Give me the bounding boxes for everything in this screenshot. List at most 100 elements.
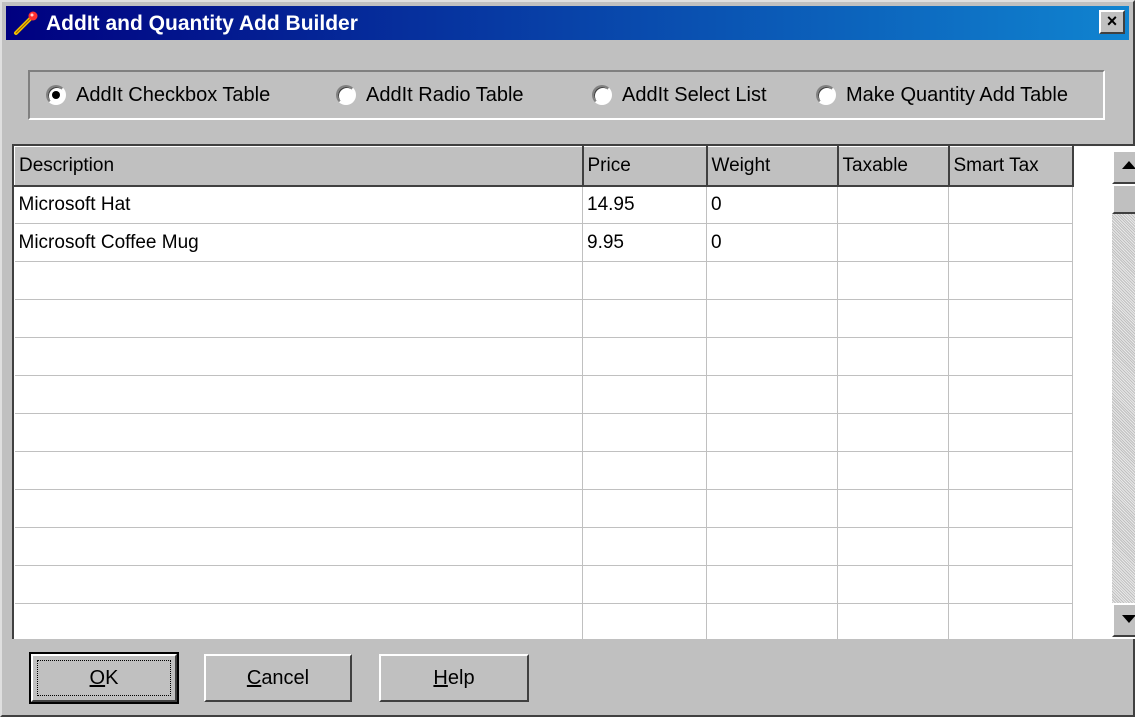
cell-weight[interactable]	[706, 413, 838, 452]
cell-smart-tax[interactable]	[948, 375, 1073, 414]
cell-price[interactable]: 14.95	[582, 185, 707, 224]
table-row[interactable]	[14, 261, 1073, 300]
cell-description[interactable]	[14, 337, 583, 376]
cell-smart-tax[interactable]	[948, 299, 1073, 338]
scroll-down-button[interactable]	[1112, 603, 1135, 637]
scroll-up-button[interactable]	[1112, 150, 1135, 184]
table-row[interactable]	[14, 337, 1073, 376]
cell-weight[interactable]	[706, 489, 838, 528]
window-title: AddIt and Quantity Add Builder	[46, 12, 358, 35]
table-row[interactable]	[14, 299, 1073, 338]
cell-price[interactable]	[582, 603, 707, 639]
cell-taxable[interactable]	[837, 451, 949, 490]
cell-taxable[interactable]	[837, 185, 949, 224]
cell-weight[interactable]: 0	[706, 185, 838, 224]
cell-taxable[interactable]	[837, 299, 949, 338]
cell-weight[interactable]	[706, 451, 838, 490]
scroll-thumb[interactable]	[1112, 184, 1135, 214]
cell-price[interactable]	[582, 451, 707, 490]
cell-price[interactable]	[582, 565, 707, 604]
cell-taxable[interactable]	[837, 337, 949, 376]
cell-weight[interactable]	[706, 565, 838, 604]
table-row[interactable]	[14, 565, 1073, 604]
radio-unselected-icon	[336, 85, 356, 105]
cell-taxable[interactable]	[837, 489, 949, 528]
dialog-window: AddIt and Quantity Add Builder × AddIt C…	[0, 0, 1135, 717]
items-table: Description Price Weight Taxable Smart T…	[14, 146, 1074, 639]
vertical-scrollbar[interactable]	[1112, 150, 1135, 637]
cell-price[interactable]	[582, 413, 707, 452]
cell-smart-tax[interactable]	[948, 489, 1073, 528]
table-row[interactable]: Microsoft Hat 14.95 0	[14, 185, 1073, 224]
cell-price[interactable]	[582, 299, 707, 338]
cell-description[interactable]	[14, 527, 583, 566]
cell-taxable[interactable]	[837, 527, 949, 566]
cell-price[interactable]	[582, 527, 707, 566]
radio-label: Make Quantity Add Table	[846, 83, 1068, 106]
cell-description[interactable]: Microsoft Coffee Mug	[14, 223, 583, 262]
title-bar[interactable]: AddIt and Quantity Add Builder ×	[6, 6, 1129, 40]
cell-description[interactable]	[14, 375, 583, 414]
cell-smart-tax[interactable]	[948, 185, 1073, 224]
ok-button[interactable]: OK	[29, 652, 179, 704]
cell-weight[interactable]: 0	[706, 223, 838, 262]
cell-smart-tax[interactable]	[948, 261, 1073, 300]
cell-description[interactable]	[14, 489, 583, 528]
table-row[interactable]	[14, 413, 1073, 452]
table-row[interactable]	[14, 451, 1073, 490]
cell-description[interactable]	[14, 261, 583, 300]
cell-smart-tax[interactable]	[948, 565, 1073, 604]
cell-description[interactable]	[14, 565, 583, 604]
close-button[interactable]: ×	[1099, 10, 1125, 34]
cell-price[interactable]	[582, 261, 707, 300]
table-row[interactable]	[14, 527, 1073, 566]
cell-taxable[interactable]	[837, 223, 949, 262]
cell-smart-tax[interactable]	[948, 337, 1073, 376]
cell-weight[interactable]	[706, 299, 838, 338]
radio-addit-select-list[interactable]: AddIt Select List	[592, 82, 767, 108]
cell-weight[interactable]	[706, 337, 838, 376]
arrow-up-icon	[1122, 161, 1135, 169]
cell-taxable[interactable]	[837, 375, 949, 414]
header-row: Description Price Weight Taxable Smart T…	[14, 146, 1074, 187]
radio-addit-checkbox-table[interactable]: AddIt Checkbox Table	[46, 82, 270, 108]
cell-price[interactable]	[582, 375, 707, 414]
cell-smart-tax[interactable]	[948, 451, 1073, 490]
table-row[interactable]: Microsoft Coffee Mug 9.95 0	[14, 223, 1073, 262]
help-button[interactable]: Help	[379, 654, 529, 702]
cell-description[interactable]	[14, 413, 583, 452]
column-header-taxable[interactable]: Taxable	[837, 146, 950, 187]
wand-icon	[14, 11, 38, 35]
cell-description[interactable]	[14, 451, 583, 490]
column-header-description[interactable]: Description	[14, 146, 584, 187]
cell-weight[interactable]	[706, 261, 838, 300]
cell-description[interactable]	[14, 603, 583, 639]
cell-taxable[interactable]	[837, 565, 949, 604]
cell-price[interactable]	[582, 337, 707, 376]
table-row[interactable]	[14, 375, 1073, 414]
cell-taxable[interactable]	[837, 261, 949, 300]
table-row[interactable]	[14, 603, 1073, 639]
cell-description[interactable]: Microsoft Hat	[14, 185, 583, 224]
cell-smart-tax[interactable]	[948, 527, 1073, 566]
column-header-price[interactable]: Price	[582, 146, 708, 187]
cell-taxable[interactable]	[837, 603, 949, 639]
cell-price[interactable]	[582, 489, 707, 528]
cell-description[interactable]	[14, 299, 583, 338]
cell-weight[interactable]	[706, 603, 838, 639]
cell-smart-tax[interactable]	[948, 223, 1073, 262]
cell-weight[interactable]	[706, 375, 838, 414]
cancel-button[interactable]: Cancel	[204, 654, 352, 702]
cell-smart-tax[interactable]	[948, 413, 1073, 452]
table-row[interactable]	[14, 489, 1073, 528]
column-header-smart-tax[interactable]: Smart Tax	[948, 146, 1074, 187]
cell-taxable[interactable]	[837, 413, 949, 452]
cell-smart-tax[interactable]	[948, 603, 1073, 639]
cell-weight[interactable]	[706, 527, 838, 566]
cell-price[interactable]: 9.95	[582, 223, 707, 262]
radio-addit-radio-table[interactable]: AddIt Radio Table	[336, 82, 524, 108]
radio-unselected-icon	[592, 85, 612, 105]
items-grid: Description Price Weight Taxable Smart T…	[12, 144, 1135, 639]
column-header-weight[interactable]: Weight	[706, 146, 839, 187]
radio-make-quantity-add-table[interactable]: Make Quantity Add Table	[816, 82, 1068, 108]
